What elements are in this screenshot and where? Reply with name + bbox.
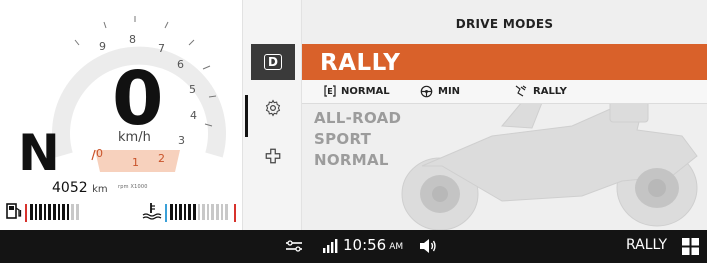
temp-level-bars <box>170 204 228 220</box>
rpm-tick-6: 6 <box>177 58 184 71</box>
coolant-temp-icon <box>142 203 162 220</box>
tab-drive-modes[interactable]: D <box>251 44 295 80</box>
fuel-level-segment <box>62 204 65 220</box>
vehicle-illustration <box>401 96 698 230</box>
gear-icon <box>265 99 281 117</box>
mode-settings-row: E NORMAL MIN RALLY <box>302 80 707 104</box>
rpm-tick-5: 5 <box>189 83 196 96</box>
drive-mode-icon: D <box>264 54 282 70</box>
fuel-level-segment <box>75 204 79 220</box>
odometer-unit: km <box>92 184 108 195</box>
fuel-level-segment <box>57 204 61 220</box>
temp-level-segment <box>206 204 210 220</box>
app-grid-button[interactable] <box>682 238 699 255</box>
signal-strength-icon <box>322 239 338 253</box>
temp-level-segment <box>192 204 196 220</box>
temp-level-segment <box>225 204 228 220</box>
clock-ampm: AM <box>389 241 404 252</box>
rpm-tick-9: 9 <box>99 40 106 53</box>
temp-hot-marker <box>234 204 236 222</box>
temp-cold-marker <box>165 204 167 222</box>
rail-scroll-indicator <box>245 95 248 137</box>
side-tab-rail: D <box>242 0 302 230</box>
mode-option-normal[interactable]: NORMAL <box>314 150 401 171</box>
mode-option-all-road[interactable]: ALL-ROAD <box>314 108 401 129</box>
engine-mode-label: NORMAL <box>341 85 390 97</box>
rpm-tick-8: 8 <box>129 33 136 46</box>
tab-accessories[interactable] <box>243 138 303 174</box>
rpm-tick-0: 0 <box>96 147 103 160</box>
rpm-tick-1: 1 <box>132 156 139 169</box>
fuel-level-segment <box>52 204 56 220</box>
coolant-temp-gauge <box>142 202 238 222</box>
fuel-level-segment <box>48 204 51 220</box>
rpm-tick-2: 2 <box>158 152 165 165</box>
page-title: DRIVE MODES <box>455 17 554 31</box>
rpm-tick-7: 7 <box>158 42 165 55</box>
steering-assist-status: MIN <box>420 85 460 98</box>
odometer-value: 4052 <box>52 180 88 196</box>
current-mode-label: RALLY <box>626 237 668 253</box>
speed-readout: 0 <box>112 56 164 142</box>
drive-modes-panel: DRIVE MODES RALLY E NORMAL MIN RALLY ALL… <box>302 0 707 230</box>
selected-mode-banner[interactable]: RALLY <box>302 44 707 80</box>
temp-level-segment <box>215 204 219 220</box>
temp-level-segment <box>174 204 178 220</box>
tab-settings[interactable] <box>243 90 303 126</box>
temp-level-segment <box>179 204 182 220</box>
gear-indicator: N <box>18 124 60 182</box>
engine-mode-status: E NORMAL <box>324 85 390 97</box>
mode-option-sport[interactable]: SPORT <box>314 129 401 150</box>
fuel-level-segment <box>30 204 33 220</box>
fuel-low-marker <box>25 204 27 222</box>
temp-level-segment <box>211 204 214 220</box>
rpm-tick-4: 4 <box>190 109 197 122</box>
temp-level-segment <box>183 204 187 220</box>
stability-control-label: RALLY <box>533 86 567 97</box>
temp-level-segment <box>170 204 173 220</box>
volume-icon[interactable] <box>419 238 437 254</box>
rpm-label: rpm X1000 <box>118 184 148 190</box>
fuel-level-segment <box>66 204 70 220</box>
stability-control-icon <box>515 85 527 97</box>
fuel-level-segment <box>71 204 74 220</box>
bottom-status-bar: 10:56 AM RALLY <box>0 230 707 263</box>
clock: 10:56 AM <box>343 236 403 254</box>
temp-level-segment <box>220 204 224 220</box>
rpm-tick-3: 3 <box>178 134 185 147</box>
steering-wheel-icon <box>420 85 433 98</box>
puzzle-icon <box>265 148 281 164</box>
fuel-level-bars <box>30 204 79 220</box>
fuel-level-segment <box>43 204 47 220</box>
speed-unit: km/h <box>118 130 151 145</box>
current-mode-indicator: RALLY <box>626 237 667 253</box>
key-icon <box>284 240 304 252</box>
stability-control-status: RALLY <box>514 85 567 98</box>
clock-time: 10:56 <box>343 236 387 254</box>
fuel-pump-icon <box>6 203 22 219</box>
temp-level-segment <box>202 204 205 220</box>
drive-mode-options: ALL-ROAD SPORT NORMAL <box>314 108 401 171</box>
fuel-level-segment <box>34 204 38 220</box>
fuel-level-segment <box>39 204 42 220</box>
steering-assist-label: MIN <box>438 86 461 97</box>
engine-mode-icon: E <box>324 85 336 97</box>
temp-level-segment <box>197 204 201 220</box>
fuel-gauge <box>6 202 122 222</box>
grid-icon <box>682 238 699 255</box>
odometer: 4052 km <box>52 180 108 196</box>
temp-level-segment <box>188 204 191 220</box>
selected-mode-label: RALLY <box>320 50 401 76</box>
svg-text:E: E <box>327 87 332 96</box>
instrument-cluster: 9 8 7 6 5 4 3 2 1 0 0 km/h N 4052 km rpm… <box>0 0 242 230</box>
